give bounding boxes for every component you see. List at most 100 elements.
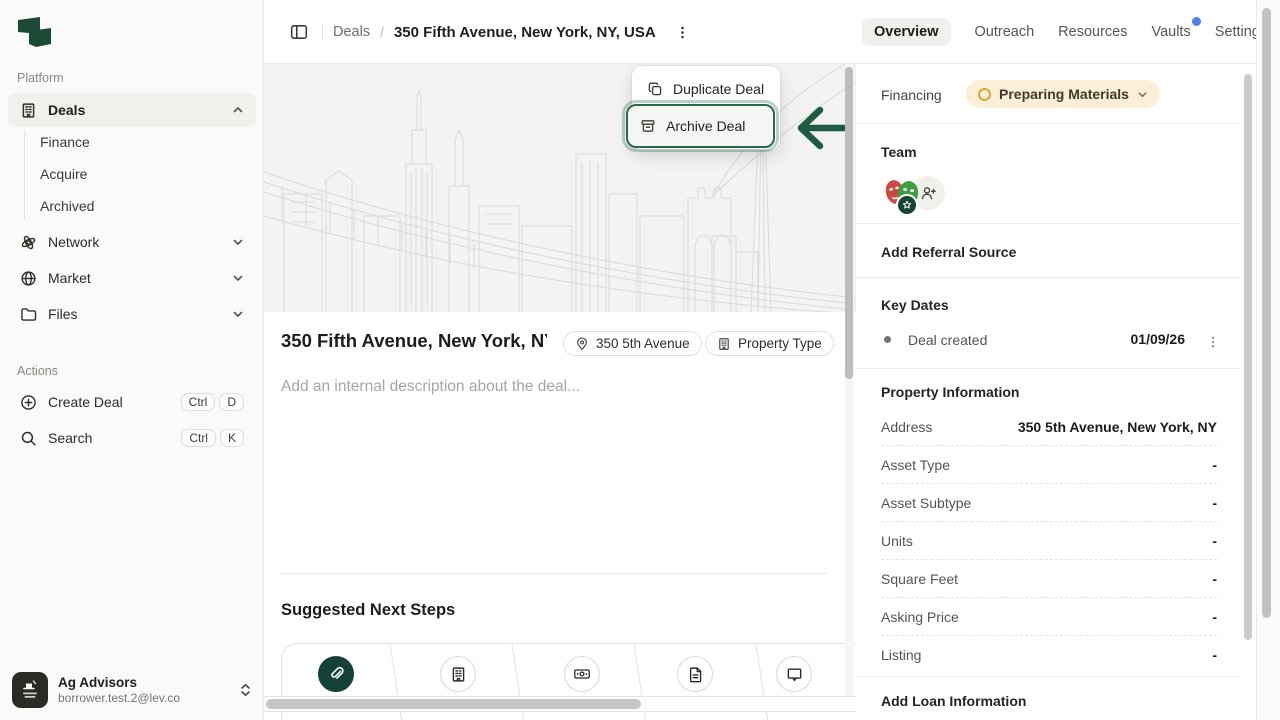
breadcrumb-deals-link[interactable]: Deals [333,24,370,40]
sidebar-item-acquire[interactable]: Acquire [40,159,240,189]
annotation-arrow-icon [792,105,848,151]
breadcrumb: Deals / 350 Fifth Avenue, New York, NY, … [286,0,696,64]
row-value[interactable]: - [1212,495,1217,511]
key-date-menu-button[interactable] [1200,329,1226,355]
menu-item-duplicate-deal[interactable]: Duplicate Deal [638,72,774,106]
deal-actions-menu-button[interactable] [670,19,696,45]
workspace-switcher[interactable]: Ag Advisors borrower.test.2@lev.co [8,664,256,716]
panel-divider [856,368,1240,369]
step-attachments[interactable] [318,656,354,692]
step-documents[interactable] [677,656,713,692]
search-shortcut: CtrlK [181,429,244,447]
sidebar-item-files[interactable]: Files [8,297,256,331]
financing-status-value: Preparing Materials [999,86,1129,102]
panel-scrollbar-thumb[interactable] [1244,74,1252,640]
financing-label: Financing [881,87,942,103]
step-presentation[interactable] [776,656,812,692]
team-role-badge [896,194,918,216]
chevron-down-icon [232,308,244,320]
property-type-tag[interactable]: Property Type [705,331,834,356]
table-row: Square Feet - [881,560,1217,598]
table-row: Listing - [881,636,1217,673]
table-row: Asset Type- [881,446,1217,484]
team-label: Team [881,144,917,160]
workspace-avatar [12,672,48,708]
address-tag-label: 350 5th Avenue [596,336,690,351]
create-deal-label: Create Deal [48,394,123,410]
sidebar-item-label: Network [48,234,99,250]
key-dates-label: Key Dates [881,297,949,313]
panel-divider [856,277,1240,278]
step-financials[interactable] [564,656,600,692]
panel-divider [856,676,1240,677]
row-label: Square Feet [881,571,958,587]
tab-resources[interactable]: Resources [1058,18,1127,46]
panel-left-icon [290,23,308,41]
row-value[interactable]: - [1212,533,1217,549]
add-loan-information-button[interactable]: Add Loan Information [881,693,1026,709]
actions-section-label: Actions [17,364,58,378]
kebab-menu-icon [675,25,690,40]
breadcrumb-separator: / [380,24,384,40]
timeline-bullet [884,336,891,343]
paperclip-icon [328,666,345,683]
create-deal-button[interactable]: Create Deal CtrlD [8,385,256,419]
copy-icon [647,81,663,97]
notification-dot [1192,17,1201,26]
breadcrumb-divider [322,24,323,40]
property-type-tag-label: Property Type [738,336,822,351]
sidebar-item-network[interactable]: Network [8,225,256,259]
toggle-sidebar-button[interactable] [286,19,312,45]
kbd-k: K [220,429,244,447]
table-row: Asset Subtype- [881,484,1217,522]
search-icon [20,430,37,447]
financing-status-dropdown[interactable]: Preparing Materials [966,80,1160,108]
sidebar-item-finance[interactable]: Finance [40,127,240,157]
deal-created-label: Deal created [908,332,987,348]
sidebar-item-deals[interactable]: Deals [8,93,256,127]
network-icon [20,234,37,251]
deal-description-input[interactable]: Add an internal description about the de… [281,378,821,396]
platform-section-label: Platform [17,71,64,85]
deal-title: 350 Fifth Avenue, New York, NY, USA [281,330,547,356]
main-hscrollbar-thumb[interactable] [266,699,641,709]
row-value[interactable]: 350 5th Avenue, New York, NY [1018,419,1217,435]
brand-logo-icon[interactable] [14,14,58,54]
chevron-down-icon [232,272,244,284]
chevron-up-icon [232,104,244,116]
workspace-info: Ag Advisors borrower.test.2@lev.co [58,674,180,706]
property-information-label: Property Information [881,384,1019,400]
panel-divider [856,123,1240,124]
globe-icon [20,270,37,287]
search-button[interactable]: Search CtrlK [8,421,256,455]
sidebar-item-market[interactable]: Market [8,261,256,295]
row-value[interactable]: - [1212,457,1217,473]
row-value[interactable]: - [1212,571,1217,587]
window-scrollbar-thumb[interactable] [1262,8,1271,618]
tab-outreach[interactable]: Outreach [975,18,1035,46]
main-scrollbar-thumb[interactable] [845,67,853,379]
address-tag[interactable]: 350 5th Avenue [563,331,702,356]
kbd-ctrl: Ctrl [181,429,216,447]
sidebar-item-archived[interactable]: Archived [40,191,240,221]
presentation-icon [786,666,803,683]
property-information-table: Address350 5th Avenue, New York, NY Asse… [881,408,1217,673]
app-window: Platform Deals Finance Acquire Archived [0,0,1280,720]
document-icon [687,666,704,683]
row-label: Listing [881,647,921,663]
step-property[interactable] [440,656,476,692]
row-value[interactable]: - [1212,647,1217,663]
menu-item-label: Duplicate Deal [673,81,764,97]
deal-tabs: Overview Outreach Resources Vaults Setti… [862,0,1267,64]
sidebar-item-label: Files [48,306,78,322]
row-value[interactable]: - [1212,609,1217,625]
sidebar-item-label: Market [48,270,91,286]
menu-item-archive-deal[interactable]: Archive Deal [626,104,775,148]
tab-vaults[interactable]: Vaults [1151,18,1190,46]
up-down-chevron-icon [239,682,252,698]
top-header: Deals / 350 Fifth Avenue, New York, NY, … [264,0,1256,64]
deal-main-column: Duplicate Deal Archive Deal 350 Fifth Av… [264,64,856,720]
add-referral-source-button[interactable]: Add Referral Source [881,244,1016,260]
create-deal-shortcut: CtrlD [181,393,244,411]
tab-overview[interactable]: Overview [862,18,951,46]
